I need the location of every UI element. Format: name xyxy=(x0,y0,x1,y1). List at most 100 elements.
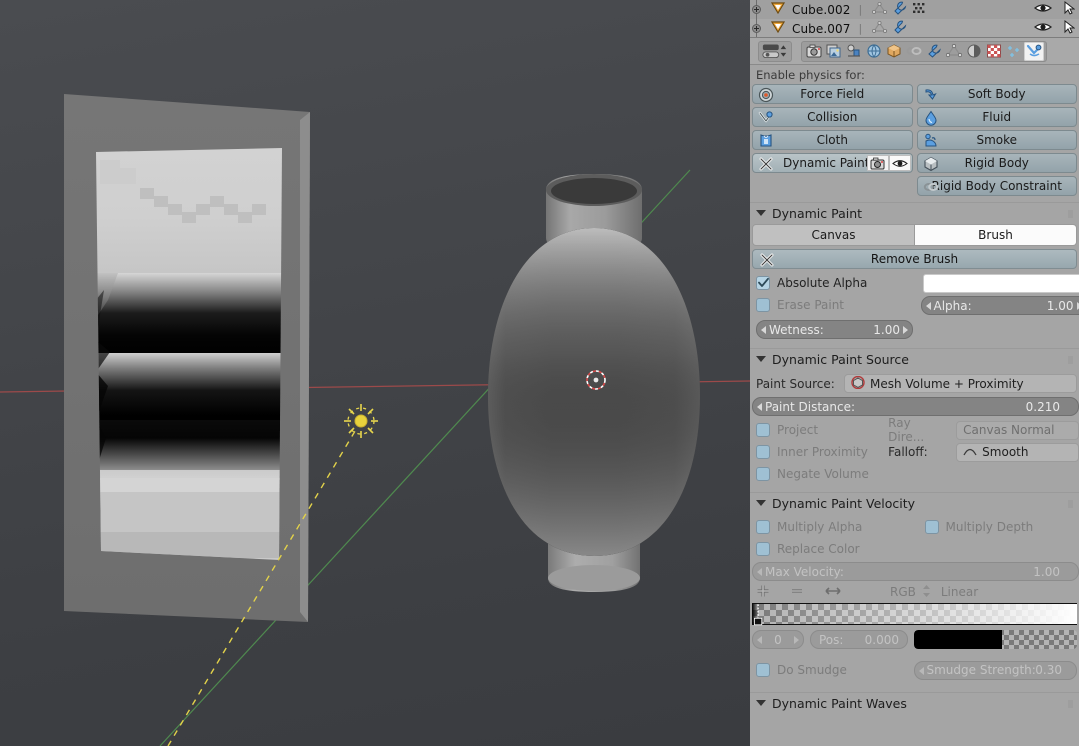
negate-volume-checkbox[interactable] xyxy=(756,467,770,481)
remove-brush-label: Remove Brush xyxy=(870,252,959,266)
decrease-arrow-icon[interactable] xyxy=(757,636,762,644)
decrease-arrow-icon[interactable] xyxy=(757,568,762,576)
color-ramp-toolbar[interactable]: RGB Linear xyxy=(750,581,1079,603)
particles-icon[interactable] xyxy=(1004,42,1024,61)
mesh-data-icon[interactable] xyxy=(872,1,888,18)
dynamic-paint-viewport-toggle[interactable] xyxy=(888,155,911,171)
waves-panel-header[interactable]: Dynamic Paint Waves xyxy=(750,692,1079,713)
replace-color-row[interactable]: Replace Color xyxy=(750,538,915,560)
tab-brush[interactable]: Brush xyxy=(915,224,1077,246)
collision-button[interactable]: Collision xyxy=(752,107,913,127)
multiply-depth-checkbox[interactable] xyxy=(924,520,939,534)
flip-arrows-icon[interactable] xyxy=(824,585,842,600)
active-stop-index[interactable]: 0 xyxy=(752,630,804,649)
decrease-arrow-icon[interactable] xyxy=(761,326,766,334)
waves-panel-title: Dynamic Paint Waves xyxy=(772,695,907,711)
eye-icon[interactable] xyxy=(1033,2,1053,17)
interpolation-value[interactable]: Linear xyxy=(941,585,978,599)
erase-paint-row[interactable]: Erase Paint xyxy=(750,294,915,316)
eye-icon[interactable] xyxy=(1033,21,1053,36)
dynamic-paint-panel-header[interactable]: Dynamic Paint xyxy=(750,202,1079,223)
falloff-dropdown[interactable]: Smooth xyxy=(956,442,1079,462)
checker-texture-icon[interactable] xyxy=(984,42,1004,61)
ramp-position-slider[interactable]: Pos: 0.000 xyxy=(810,630,908,649)
vertex-group-icon[interactable] xyxy=(912,2,926,17)
properties-tab-row[interactable] xyxy=(801,40,1047,62)
paint-source-dropdown[interactable]: Mesh Volume + Proximity xyxy=(844,374,1077,393)
blender-window: Cube.002 | Cube.007 | Enable physics for… xyxy=(0,0,1079,746)
increase-arrow-icon[interactable] xyxy=(903,326,908,334)
ray-direction-dropdown[interactable]: Canvas Normal xyxy=(956,420,1079,440)
wrench-icon[interactable] xyxy=(924,42,944,61)
remove-brush-button[interactable]: Remove Brush xyxy=(752,249,1077,269)
mesh-data-icon[interactable] xyxy=(872,20,888,37)
inner-proximity-checkbox[interactable] xyxy=(756,445,770,459)
paint-color-swatch[interactable] xyxy=(922,274,1079,293)
material-sphere-icon[interactable] xyxy=(964,42,984,61)
project-checkbox[interactable] xyxy=(756,423,770,437)
decrease-arrow-icon[interactable] xyxy=(757,403,762,411)
erase-paint-checkbox[interactable] xyxy=(756,298,770,312)
wrench-icon[interactable] xyxy=(892,20,907,37)
alpha-slider[interactable]: Alpha: 1.00 xyxy=(920,296,1079,315)
multiply-alpha-row[interactable]: Multiply Alpha xyxy=(750,516,915,538)
ramp-color-stop-handle[interactable] xyxy=(754,603,763,627)
negate-volume-row[interactable]: Negate Volume xyxy=(750,463,888,485)
cube-icon[interactable] xyxy=(884,42,904,61)
soft-body-button[interactable]: Soft Body xyxy=(916,84,1077,104)
multiply-depth-row[interactable]: Multiply Depth xyxy=(915,516,1079,538)
cloth-button[interactable]: Cloth xyxy=(752,130,913,150)
decrease-arrow-icon[interactable] xyxy=(918,666,924,675)
outliner-row-toggles[interactable] xyxy=(1033,19,1076,37)
velocity-panel-header[interactable]: Dynamic Paint Velocity xyxy=(750,492,1079,513)
plus-icon[interactable] xyxy=(756,584,770,601)
replace-color-checkbox[interactable] xyxy=(756,542,770,556)
camera-icon[interactable] xyxy=(804,42,824,61)
wrench-icon[interactable] xyxy=(892,1,907,18)
color-ramp-bar[interactable] xyxy=(752,603,1077,627)
color-mode-value[interactable]: RGB xyxy=(890,585,916,599)
tab-canvas[interactable]: Canvas xyxy=(752,224,915,246)
chain-link-icon[interactable] xyxy=(904,42,924,61)
paint-source-panel-header[interactable]: Dynamic Paint Source xyxy=(750,348,1079,369)
absolute-alpha-checkbox[interactable] xyxy=(756,276,770,290)
inner-proximity-row[interactable]: Inner Proximity xyxy=(750,441,888,463)
multiply-alpha-checkbox[interactable] xyxy=(756,520,770,534)
images-icon[interactable] xyxy=(824,42,844,61)
decrease-arrow-icon[interactable] xyxy=(925,302,931,310)
wetness-slider[interactable]: Wetness: 1.00 xyxy=(756,320,913,339)
do-smudge-row[interactable]: Do Smudge xyxy=(750,659,914,681)
absolute-alpha-row[interactable]: Absolute Alpha xyxy=(750,272,915,294)
project-row[interactable]: Project xyxy=(750,419,888,441)
ramp-stop-color-swatch[interactable] xyxy=(914,630,1077,649)
world-globe-icon[interactable] xyxy=(864,42,884,61)
properties-editor-header[interactable] xyxy=(750,38,1079,65)
dynamic-paint-render-toggle[interactable] xyxy=(866,155,889,171)
scene-icon[interactable] xyxy=(844,42,864,61)
rigid-body-button[interactable]: Rigid Body xyxy=(916,153,1077,173)
do-smudge-checkbox[interactable] xyxy=(756,663,770,677)
minus-icon[interactable] xyxy=(790,584,804,601)
expand-toggle-icon[interactable] xyxy=(752,24,761,33)
fluid-button[interactable]: Fluid xyxy=(916,107,1077,127)
outliner-row-cube007[interactable]: Cube.007 | xyxy=(750,19,1079,37)
max-velocity-slider[interactable]: Max Velocity: 1.00 xyxy=(752,562,1079,581)
smoke-button[interactable]: Smoke xyxy=(916,130,1077,150)
dynamic-paint-type-tabs[interactable]: Canvas Brush xyxy=(752,224,1077,246)
editor-type-selector[interactable] xyxy=(758,40,792,62)
3d-viewport[interactable] xyxy=(0,0,750,746)
rigid-body-constraint-button[interactable]: Rigid Body Constraint xyxy=(916,176,1077,196)
outliner-row-toggles[interactable] xyxy=(1033,0,1076,19)
physics-icon[interactable] xyxy=(1024,41,1044,61)
mesh-data-icon[interactable] xyxy=(944,42,964,61)
do-smudge-label: Do Smudge xyxy=(777,663,847,677)
increase-arrow-icon[interactable] xyxy=(794,636,799,644)
smudge-strength-slider[interactable]: Smudge Strength: 0.30 xyxy=(913,660,1077,680)
dynamic-paint-button[interactable]: Dynamic Paint xyxy=(752,153,913,173)
updown-arrows-icon[interactable] xyxy=(922,584,931,601)
force-field-button[interactable]: Force Field xyxy=(752,84,913,104)
outliner-row-cube002[interactable]: Cube.002 | xyxy=(750,0,1079,19)
paint-distance-slider[interactable]: Paint Distance: 0.210 xyxy=(752,397,1079,416)
outliner-editor[interactable]: Cube.002 | Cube.007 | xyxy=(750,0,1079,38)
expand-toggle-icon[interactable] xyxy=(752,5,761,14)
